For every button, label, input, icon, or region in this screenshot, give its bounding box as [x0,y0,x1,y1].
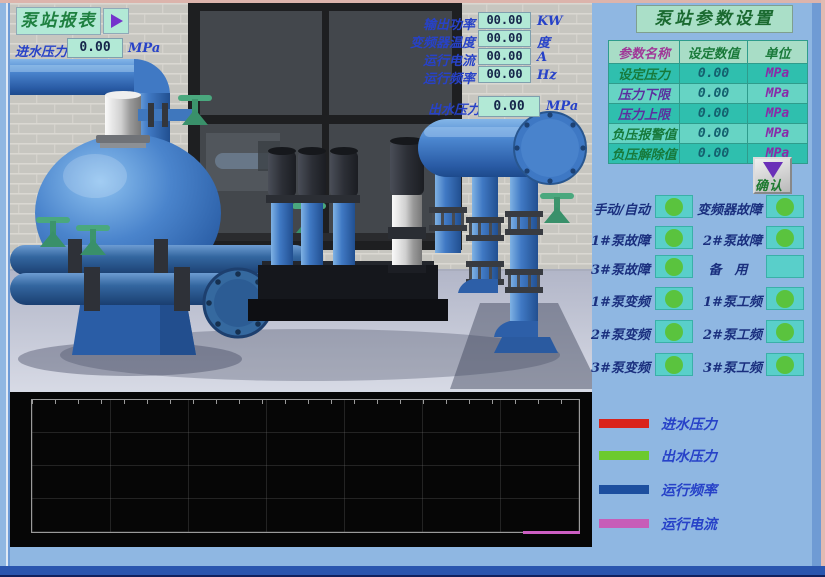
header-param-name: 参数名称 [609,41,679,63]
output-power-value: 00.00 [478,12,531,29]
indicator-label-pump2-mains: 2#泵工频 [694,324,762,343]
output-power-unit: KW [537,14,562,29]
pump-station-hmi-screen: 泵站报表 进水压力 0.00 MPa 输出功率 00.00 KW 变频器温度 0… [0,0,825,577]
trend-chart-area [10,392,592,547]
status-lamp-pump2-fault [766,226,804,249]
outlet-pressure-label: 出水压力 [428,99,480,118]
run-frequency-value: 00.00 [478,66,531,83]
indicator-label-pump3-vfd: 3#泵变频 [580,357,650,376]
run-current-label: 运行电流 [403,50,475,69]
legend-swatch-outlet-pressure [599,451,649,460]
indicator-label-pump3-fault: 3#泵故障 [580,259,650,278]
green-lamp-icon [665,198,683,216]
green-lamp-icon [776,323,794,341]
param-name: 负压解除值 [609,144,679,163]
output-power-label: 输出功率 [403,14,475,33]
indicator-label-pump3-mains: 3#泵工频 [694,357,762,376]
param-value-input[interactable]: 0.00 [679,124,747,143]
param-name: 压力上限 [609,104,679,123]
header-unit: 单位 [747,41,807,63]
legend-swatch-run-current [599,519,649,528]
param-name: 负压报警值 [609,124,679,143]
report-play-button[interactable] [103,8,129,34]
green-lamp-icon [776,198,794,216]
run-frequency-unit: Hz [537,68,557,83]
indicator-label-manual-auto: 手动/自动 [580,199,650,218]
status-lamp-pump3-vfd [655,353,693,376]
settings-panel-title: 泵站参数设置 [636,5,793,33]
status-lamp-pump3-mains [766,353,804,376]
legend-swatch-inlet-pressure [599,419,649,428]
param-unit: MPa [747,104,807,123]
param-value-input[interactable]: 0.00 [679,144,747,163]
table-row: 设定压力 0.00 MPa [609,63,807,83]
param-value-input[interactable]: 0.00 [679,84,747,103]
table-row: 压力上限 0.00 MPa [609,103,807,123]
indicator-label-inverter-fault: 变频器故障 [694,199,762,218]
inlet-pressure-value: 0.00 [67,38,123,58]
status-lamp-pump1-mains [766,287,804,310]
parameter-table-header: 参数名称 设定数值 单位 [609,41,807,63]
status-lamp-pump2-vfd [655,320,693,343]
status-lamp-spare [766,255,804,278]
green-lamp-icon [665,290,683,308]
status-lamp-inverter-fault [766,195,804,218]
inverter-temp-value: 00.00 [478,30,531,47]
status-lamp-pump3-fault [655,255,693,278]
status-lamp-pump1-vfd [655,287,693,310]
param-unit: MPa [747,124,807,143]
status-lamp-manual-auto [655,195,693,218]
confirm-button[interactable]: 确认 [753,157,792,194]
inverter-temp-unit: 度 [537,32,550,51]
parameter-table: 参数名称 设定数值 单位 设定压力 0.00 MPa 压力下限 0.00 MPa… [608,40,808,164]
table-row: 负压报警值 0.00 MPa [609,123,807,143]
run-frequency-label: 运行频率 [403,68,475,87]
status-lamp-pump1-fault [655,226,693,249]
legend-label-inlet-pressure: 进水压力 [661,414,717,434]
green-lamp-icon [776,229,794,247]
param-name: 设定压力 [609,64,679,83]
header-set-value: 设定数值 [679,41,747,63]
param-value-input[interactable]: 0.00 [679,64,747,83]
param-unit: MPa [747,84,807,103]
legend-label-run-current: 运行电流 [661,514,717,534]
legend-label-run-frequency: 运行频率 [661,480,717,500]
indicator-label-pump1-mains: 1#泵工频 [694,291,762,310]
legend-label-outlet-pressure: 出水压力 [661,446,717,466]
param-name: 压力下限 [609,84,679,103]
report-button[interactable]: 泵站报表 [16,7,101,35]
plot-tick-marks [32,400,579,404]
param-value-input[interactable]: 0.00 [679,104,747,123]
frame-bottom-edge [0,566,825,577]
trend-plot-grid [31,399,580,533]
run-current-unit: A [537,50,547,65]
frame-right-edge-outer [821,0,825,566]
green-lamp-icon [776,356,794,374]
inlet-pressure-label: 进水压力 [15,41,67,60]
run-current-value: 00.00 [478,48,531,65]
green-lamp-icon [665,258,683,276]
run-current-trace [523,531,580,534]
inverter-temp-label: 变频器温度 [403,32,475,51]
indicator-label-pump2-vfd: 2#泵变频 [580,324,650,343]
outlet-pressure-value: 0.00 [478,96,540,117]
legend-swatch-run-frequency [599,485,649,494]
inlet-pressure-unit: MPa [128,41,160,56]
indicator-label-pump1-fault: 1#泵故障 [580,230,650,249]
frame-right-edge [812,3,821,566]
green-lamp-icon [665,323,683,341]
outlet-pressure-unit: MPa [546,99,578,114]
green-lamp-icon [665,229,683,247]
green-lamp-icon [776,290,794,308]
param-unit: MPa [747,64,807,83]
play-triangle-icon [111,14,123,28]
confirm-button-label: 确认 [755,175,783,194]
green-lamp-icon [665,356,683,374]
indicator-label-pump2-fault: 2#泵故障 [694,230,762,249]
indicator-label-pump1-vfd: 1#泵变频 [580,291,650,310]
status-lamp-pump2-mains [766,320,804,343]
indicator-label-spare: 备 用 [694,259,762,278]
table-row: 压力下限 0.00 MPa [609,83,807,103]
